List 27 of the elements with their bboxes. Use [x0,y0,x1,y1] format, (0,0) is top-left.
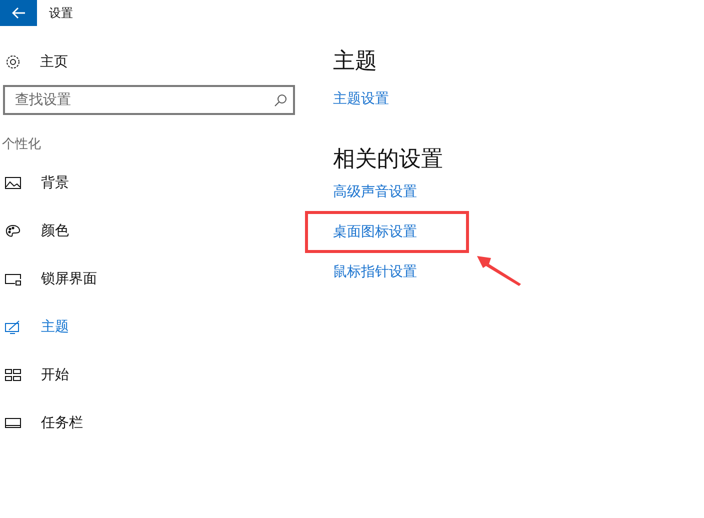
theme-settings-link[interactable]: 主题设置 [333,90,389,108]
lock-screen-icon [5,272,21,286]
back-button[interactable] [0,0,37,26]
palette-icon [5,224,21,238]
tiles-icon [5,368,21,382]
window-title: 设置 [49,4,73,22]
nav-item[interactable]: 主题 [5,317,300,337]
section-label: 个性化 [2,136,42,154]
settings-link[interactable]: 桌面图标设置 [333,224,417,240]
settings-link[interactable]: 高级声音设置 [333,184,417,200]
settings-icon [5,54,21,70]
nav-item[interactable]: 锁屏界面 [5,269,300,289]
back-arrow-icon [12,7,26,19]
section-heading: 相关的设置 [333,146,443,174]
nav-item[interactable]: 任务栏 [5,413,300,433]
pointer-arrow [475,254,523,286]
settings-link[interactable]: 鼠标指针设置 [333,264,417,280]
home-item[interactable]: 主页 [5,52,300,72]
picture-icon [5,176,21,190]
taskbar-icon [5,416,21,430]
nav-item[interactable]: 开始 [5,365,300,385]
pen-monitor-icon [5,320,21,334]
search-field[interactable]: 查找设置 [3,85,295,115]
nav-item[interactable]: 颜色 [5,221,300,241]
section-heading: 主题 [333,48,377,76]
nav-item[interactable]: 背景 [5,173,300,193]
search-icon [274,94,287,107]
